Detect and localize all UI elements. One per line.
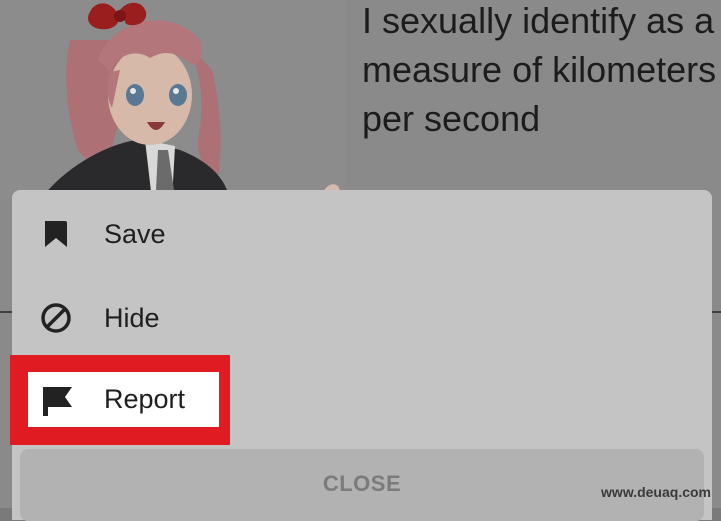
menu-item-label[interactable]: Report xyxy=(104,381,185,417)
menu-item-label: Hide xyxy=(104,303,160,333)
menu-item-label: Save xyxy=(104,219,166,249)
flag-icon xyxy=(40,385,74,417)
menu-item-hide[interactable]: Hide xyxy=(12,276,712,356)
watermark: www.deuaq.com xyxy=(601,484,711,500)
menu-item-save[interactable]: Save xyxy=(12,192,712,272)
hide-icon xyxy=(40,302,72,334)
post-image xyxy=(0,0,345,200)
post-caption: I sexually identify as a measure of kilo… xyxy=(362,0,717,139)
report-highlight: Report xyxy=(10,355,230,445)
bookmark-icon xyxy=(40,218,72,250)
close-button-label: CLOSE xyxy=(322,471,402,496)
